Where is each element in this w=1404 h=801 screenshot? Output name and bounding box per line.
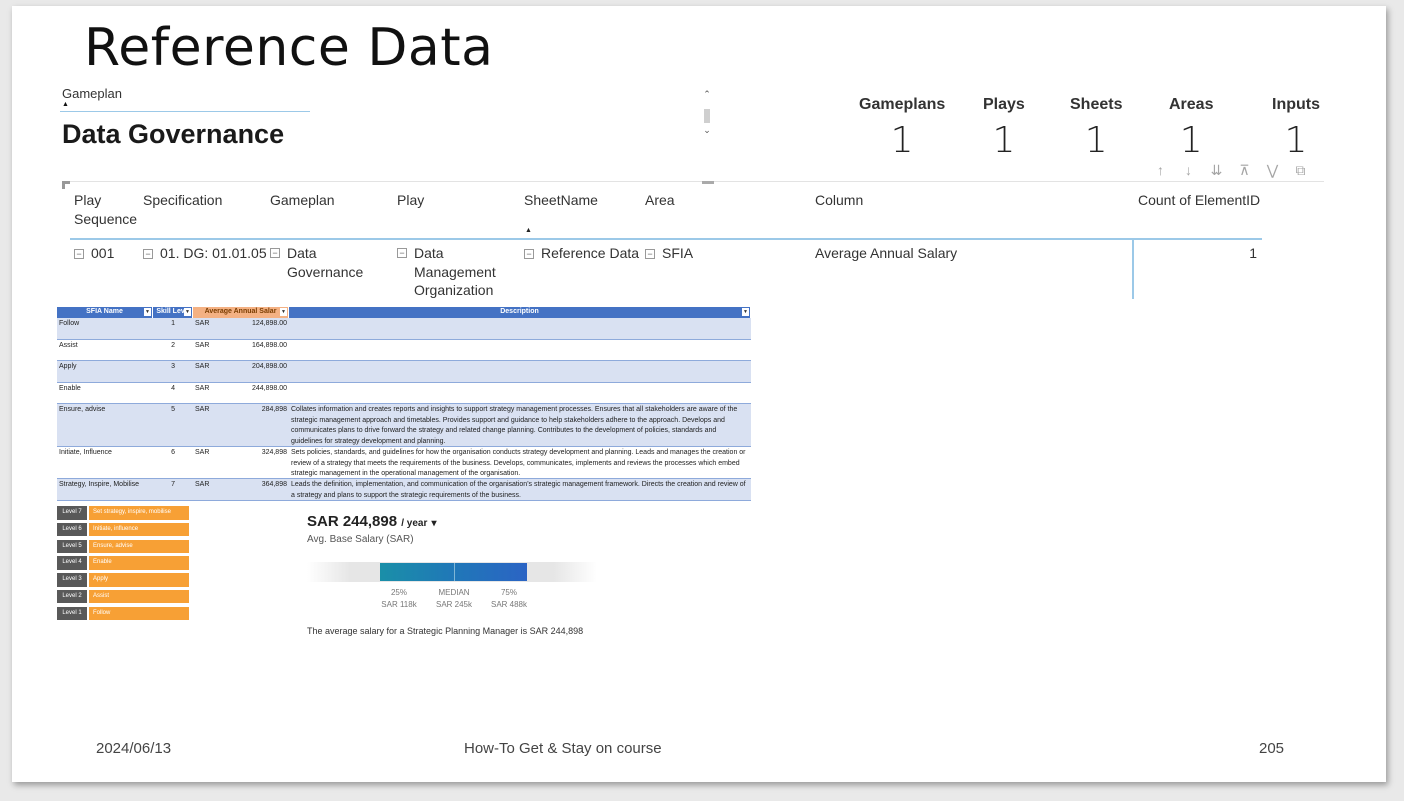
focus-mode-icon[interactable]: ⧉ bbox=[1292, 162, 1309, 180]
card-areas: Areas 1 bbox=[1169, 96, 1213, 161]
matrix-cell-area: − SFIA bbox=[645, 244, 693, 263]
arrow-down-icon[interactable]: ↓ bbox=[1180, 162, 1197, 180]
table-row: Assist 2 SAR 164,898.00 bbox=[57, 340, 751, 361]
resize-corner[interactable] bbox=[62, 181, 70, 189]
scroll-up-icon[interactable]: ⌃ bbox=[701, 89, 713, 100]
chevron-down-icon[interactable]: ▾ bbox=[432, 518, 437, 529]
filter-icon[interactable]: ⋁ bbox=[1264, 162, 1281, 180]
salary-range-bar bbox=[307, 562, 597, 582]
table-row: Enable 4 SAR 244,898.00 bbox=[57, 383, 751, 404]
card-inputs: Inputs 1 bbox=[1272, 96, 1320, 161]
matrix-cell-count: 1 bbox=[1249, 245, 1257, 261]
slicer-divider bbox=[60, 111, 310, 112]
salary-subtitle: Avg. Base Salary (SAR) bbox=[307, 534, 414, 545]
matrix-cell-column: Average Annual Salary bbox=[815, 245, 958, 261]
salary-range-upper bbox=[455, 563, 527, 581]
expand-down-icon[interactable]: ⇊ bbox=[1208, 162, 1225, 180]
header-description[interactable]: Description ▼ bbox=[289, 307, 751, 318]
table-row: Initiate, Influence 6 SAR 324,898 Sets po… bbox=[57, 447, 751, 479]
filter-dropdown-icon[interactable]: ▼ bbox=[144, 308, 151, 316]
ladder-item: Level 6 Initiate, influence bbox=[57, 522, 189, 537]
percentile-25: 25% SAR 118k bbox=[381, 588, 417, 609]
ladder-item: Level 4 Enable bbox=[57, 556, 189, 570]
header-skill-level[interactable]: Skill Leve ▼ bbox=[153, 307, 193, 318]
sort-caret-icon[interactable]: ▲ bbox=[525, 227, 532, 234]
header-column[interactable]: Column bbox=[815, 191, 863, 210]
card-label: Plays bbox=[983, 96, 1025, 113]
matrix-cell-sheetname: − Reference Data bbox=[524, 244, 639, 263]
header-sfia-name[interactable]: SFIA Name ▼ bbox=[57, 307, 153, 318]
matrix-cell-specification: −01. DG: 01.01.05 bbox=[143, 244, 267, 263]
table-row: Ensure, advise 5 SAR 284,898 Collates inf… bbox=[57, 404, 751, 447]
header-specification[interactable]: Specification bbox=[143, 191, 222, 210]
card-gameplans: Gameplans 1 bbox=[859, 96, 945, 161]
table-header: SFIA Name ▼ Skill Leve ▼ Average Annual Sa… bbox=[57, 307, 751, 318]
collapse-icon[interactable]: − bbox=[524, 249, 534, 259]
ladder-item: Level 5 Ensure, advise bbox=[57, 539, 189, 554]
matrix-cell-sequence: −001 bbox=[74, 244, 114, 263]
salary-median-marker bbox=[454, 563, 455, 581]
ladder-item: Level 2 Assist bbox=[57, 589, 189, 604]
card-value: 1 bbox=[1084, 120, 1108, 161]
sort-caret-icon[interactable]: ▲ bbox=[62, 101, 69, 108]
header-play-sequence[interactable]: Play Sequence bbox=[74, 191, 144, 229]
slide-title: Reference Data bbox=[84, 18, 494, 78]
slicer-label: Gameplan bbox=[62, 86, 122, 101]
footer-page-number: 205 bbox=[1259, 740, 1285, 757]
visual-header-toolbar: ↑ ↓ ⇊ ⊼ ⋁ ⧉ bbox=[1152, 162, 1309, 180]
collapse-icon[interactable]: − bbox=[645, 249, 655, 259]
sfia-salary-table: SFIA Name ▼ Skill Leve ▼ Average Annual Sa… bbox=[57, 307, 751, 501]
header-gameplan[interactable]: Gameplan bbox=[270, 191, 335, 210]
scroll-thumb[interactable] bbox=[704, 109, 710, 123]
card-label: Gameplans bbox=[859, 96, 946, 113]
table-row: Apply 3 SAR 204,898.00 bbox=[57, 361, 751, 383]
hierarchy-icon[interactable]: ⊼ bbox=[1236, 162, 1253, 180]
filter-dropdown-icon[interactable]: ▼ bbox=[742, 308, 749, 316]
percentile-median: MEDIAN SAR 245k bbox=[435, 588, 473, 609]
percentile-75: 75% SAR 488k bbox=[490, 588, 528, 609]
table-row: Follow 1 SAR 124,898.00 bbox=[57, 318, 751, 340]
collapse-icon[interactable]: − bbox=[74, 249, 84, 259]
card-label: Areas bbox=[1169, 96, 1214, 113]
matrix-cell-gameplan: − Data Governance bbox=[270, 244, 390, 281]
card-label: Inputs bbox=[1272, 96, 1320, 113]
card-label: Sheets bbox=[1070, 96, 1123, 113]
slicer-selected-value[interactable]: Data Governance bbox=[62, 119, 284, 150]
collapse-icon[interactable]: − bbox=[397, 248, 407, 258]
collapse-icon[interactable]: − bbox=[270, 248, 280, 258]
ladder-item: Level 7 Set strategy, inspire, mobilise bbox=[57, 506, 189, 520]
ladder-item: Level 3 Apply bbox=[57, 573, 189, 587]
table-row: Strategy, Inspire, Mobilise 7 SAR 364,898… bbox=[57, 479, 751, 501]
footer-title: How-To Get & Stay on course bbox=[464, 740, 662, 757]
scroll-down-icon[interactable]: ⌄ bbox=[701, 125, 713, 136]
header-average-salary[interactable]: Average Annual Salar ▼ bbox=[193, 307, 289, 318]
sfia-level-ladder: Level 7 Set strategy, inspire, mobilise L… bbox=[57, 506, 189, 624]
salary-amount: SAR 244,898 / year ▾ bbox=[307, 513, 437, 530]
header-sheetname[interactable]: SheetName bbox=[524, 191, 598, 210]
ladder-item: Level 1 Follow bbox=[57, 606, 189, 621]
arrow-up-icon[interactable]: ↑ bbox=[1152, 162, 1169, 180]
matrix-visual: Play Sequence Specification Gameplan Pla… bbox=[62, 181, 1324, 299]
salary-note: The average salary for a Strategic Plann… bbox=[307, 626, 584, 636]
card-value: 1 bbox=[1284, 120, 1308, 161]
slicer-scrollbar[interactable]: ⌃ ⌄ bbox=[701, 89, 713, 149]
header-area[interactable]: Area bbox=[645, 191, 675, 210]
header-count-elementid[interactable]: Count of ElementID bbox=[1138, 191, 1260, 210]
filter-dropdown-icon[interactable]: ▼ bbox=[184, 308, 191, 316]
filter-dropdown-icon[interactable]: ▼ bbox=[280, 308, 287, 316]
collapse-icon[interactable]: − bbox=[143, 249, 153, 259]
card-sheets: Sheets 1 bbox=[1070, 96, 1122, 161]
header-play[interactable]: Play bbox=[397, 191, 424, 210]
card-plays: Plays 1 bbox=[983, 96, 1025, 161]
footer-date: 2024/06/13 bbox=[96, 740, 172, 757]
card-value: 1 bbox=[890, 120, 914, 161]
card-value: 1 bbox=[992, 120, 1016, 161]
salary-range-lower bbox=[380, 563, 455, 581]
matrix-cell-play: − Data Management Organization bbox=[397, 244, 517, 300]
card-value: 1 bbox=[1179, 120, 1203, 161]
slide: Reference Data Gameplan ▲ Data Governanc… bbox=[12, 6, 1386, 782]
move-handle[interactable] bbox=[702, 181, 714, 184]
